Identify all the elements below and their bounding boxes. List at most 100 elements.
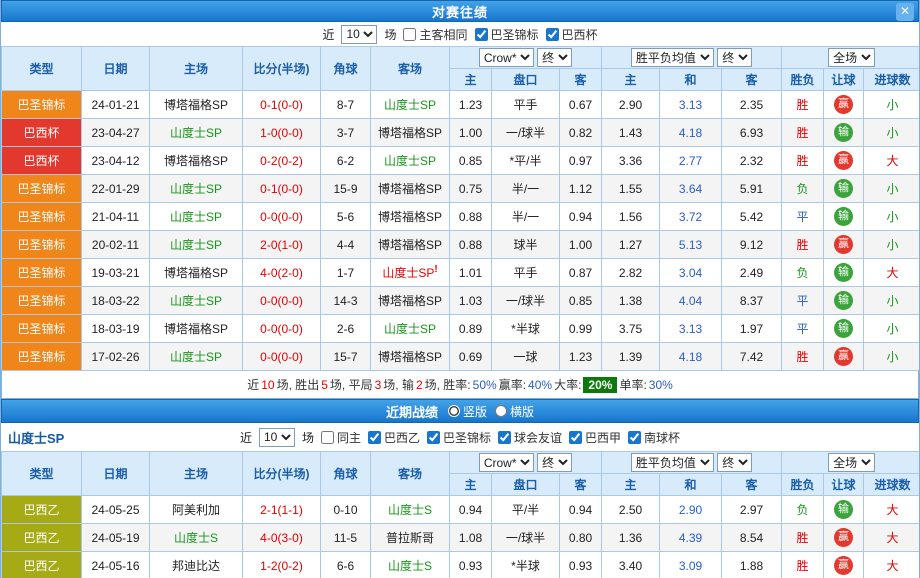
goals-result: 小 — [864, 119, 920, 147]
handicap-result-badge: 输 — [834, 179, 853, 198]
layout-radio-input[interactable] — [448, 405, 460, 417]
handicap-result: 赢 — [824, 231, 864, 259]
col-type: 类型 — [2, 47, 82, 91]
layout-radio[interactable]: 竖版 — [448, 403, 487, 420]
recent-filter-checkbox-input[interactable] — [427, 431, 440, 444]
h2h-filter-checkbox-input[interactable] — [403, 28, 416, 41]
h2h-filter-checkbox-input[interactable] — [475, 28, 488, 41]
layout-radio-input[interactable] — [495, 405, 507, 417]
match-date: 24-05-16 — [82, 552, 150, 578]
odds-company-select-2[interactable]: Crow* — [479, 453, 534, 472]
h2h-filter-checkbox-input[interactable] — [546, 28, 559, 41]
score: 0-2(0-2) — [243, 147, 321, 175]
away-team: 山度士SP — [371, 91, 450, 119]
goals-result: 小 — [864, 343, 920, 371]
h2h-filter-checkbox[interactable]: 巴西杯 — [546, 26, 598, 43]
col-draw: 和 — [660, 69, 722, 91]
h2h-summary: 近 10 场, 胜出 5 场, 平局 3 场, 输 2 场, 胜率: 50% 赢… — [1, 371, 919, 399]
h2h-filter-checkbox[interactable]: 巴圣锦标 — [475, 26, 539, 43]
asian-odds-header: Crow* 终 — [450, 47, 602, 69]
away-team: 博塔福格SP — [371, 343, 450, 371]
games-label: 场 — [384, 26, 396, 43]
score: 0-0(0-0) — [243, 287, 321, 315]
recent-filter-checkbox[interactable]: 巴西乙 — [368, 429, 420, 446]
handicap-result: 赢 — [824, 91, 864, 119]
lose-odds: 2.97 — [722, 496, 782, 524]
asian-handicap: 平手 — [492, 91, 560, 119]
avg-time-select-2[interactable]: 终 — [717, 453, 752, 472]
draw-odds: 2.90 — [660, 496, 722, 524]
score: 4-0(2-0) — [243, 259, 321, 287]
asian-handicap: 半/一 — [492, 203, 560, 231]
recent-filter-checkbox-input[interactable] — [368, 431, 381, 444]
recent-results-bar: 近期战绩 竖版横版 — [1, 399, 919, 423]
corners: 6-2 — [321, 147, 371, 175]
away-team: 博塔福格SP — [371, 231, 450, 259]
avg-odds-header: 胜平负均值 终 — [602, 47, 782, 69]
col-lose: 客 — [722, 474, 782, 496]
col-score: 比分(半场) — [243, 452, 321, 496]
scope-header: 全场 — [782, 452, 920, 474]
recent-filter-checkboxes: 同主巴西乙巴圣锦标球会友谊巴西甲南球杯 — [321, 429, 680, 446]
scope-select[interactable]: 全场 — [828, 48, 875, 67]
home-team: 博塔福格SP — [150, 315, 243, 343]
match-row: 巴圣锦标18-03-22山度士SP0-0(0-0)14-3博塔福格SP1.03一… — [2, 287, 920, 315]
recent-filter-checkbox[interactable]: 巴圣锦标 — [427, 429, 491, 446]
team-alert-icon: ! — [434, 264, 437, 275]
goals-result: 小 — [864, 287, 920, 315]
away-team: 山度士SP — [371, 147, 450, 175]
col-goals: 进球数 — [864, 69, 920, 91]
asian-home-odds: 0.94 — [450, 496, 492, 524]
match-row: 巴圣锦标20-02-11山度士SP2-0(1-0)4-4博塔福格SP0.88球半… — [2, 231, 920, 259]
win-odds: 1.38 — [602, 287, 660, 315]
odds-time-select[interactable]: 终 — [537, 48, 572, 67]
handicap-result-badge: 输 — [834, 207, 853, 226]
league-badge: 巴圣锦标 — [2, 91, 82, 119]
result: 负 — [782, 259, 824, 287]
col-asian-away: 客 — [560, 474, 602, 496]
recent-filter-checkbox-input[interactable] — [321, 431, 334, 444]
handicap-result: 输 — [824, 259, 864, 287]
col-lose: 客 — [722, 69, 782, 91]
draw-odds: 3.04 — [660, 259, 722, 287]
match-date: 23-04-27 — [82, 119, 150, 147]
goals-result: 小 — [864, 203, 920, 231]
match-date: 24-05-19 — [82, 524, 150, 552]
h2h-table-header: 类型 日期 主场 比分(半场) 角球 客场 Crow* 终 胜平负均值 终 全场 — [2, 47, 920, 91]
summary-segment: 场, 平局 — [330, 376, 373, 393]
recent-filter-checkbox[interactable]: 巴西甲 — [569, 429, 621, 446]
radio-label: 竖版 — [463, 403, 487, 420]
win-odds: 2.50 — [602, 496, 660, 524]
score: 1-2(0-2) — [243, 552, 321, 578]
asian-home-odds: 1.08 — [450, 524, 492, 552]
recent-filter-checkbox-input[interactable] — [498, 431, 511, 444]
score: 2-1(1-1) — [243, 496, 321, 524]
scope-select-2[interactable]: 全场 — [828, 453, 875, 472]
col-result: 胜负 — [782, 474, 824, 496]
avg-source-select[interactable]: 胜平负均值 — [631, 48, 714, 67]
h2h-filter-checkbox[interactable]: 主客相同 — [403, 26, 467, 43]
recent-filter-checkbox-input[interactable] — [628, 431, 641, 444]
h2h-table: 类型 日期 主场 比分(半场) 角球 客场 Crow* 终 胜平负均值 终 全场 — [1, 46, 920, 371]
summary-segment: 场, 胜率: — [425, 376, 471, 393]
layout-radio[interactable]: 横版 — [495, 403, 534, 420]
recent-filter-checkbox[interactable]: 南球杯 — [628, 429, 680, 446]
odds-time-select-2[interactable]: 终 — [537, 453, 572, 472]
league-badge: 巴圣锦标 — [2, 315, 82, 343]
league-badge: 巴西乙 — [2, 524, 82, 552]
asian-away-odds: 0.87 — [560, 259, 602, 287]
avg-time-select[interactable]: 终 — [717, 48, 752, 67]
draw-odds: 4.18 — [660, 119, 722, 147]
recent-filter-checkbox[interactable]: 同主 — [321, 429, 361, 446]
recent-filter-checkbox[interactable]: 球会友谊 — [498, 429, 562, 446]
recent-table-body: 巴西乙24-05-25阿美利加2-1(1-1)0-10山度士S0.94平/半0.… — [2, 496, 920, 578]
near-count-select-2[interactable]: 10 — [259, 428, 295, 447]
avg-source-select-2[interactable]: 胜平负均值 — [631, 453, 714, 472]
recent-table-header: 类型 日期 主场 比分(半场) 角球 客场 Crow* 终 胜平负均值 终 全场 — [2, 452, 920, 496]
near-count-select[interactable]: 10 — [341, 25, 377, 44]
close-icon[interactable]: ✕ — [896, 3, 914, 21]
odds-company-select[interactable]: Crow* — [479, 48, 534, 67]
handicap-result-badge: 输 — [834, 263, 853, 282]
lose-odds: 6.93 — [722, 119, 782, 147]
recent-filter-checkbox-input[interactable] — [569, 431, 582, 444]
